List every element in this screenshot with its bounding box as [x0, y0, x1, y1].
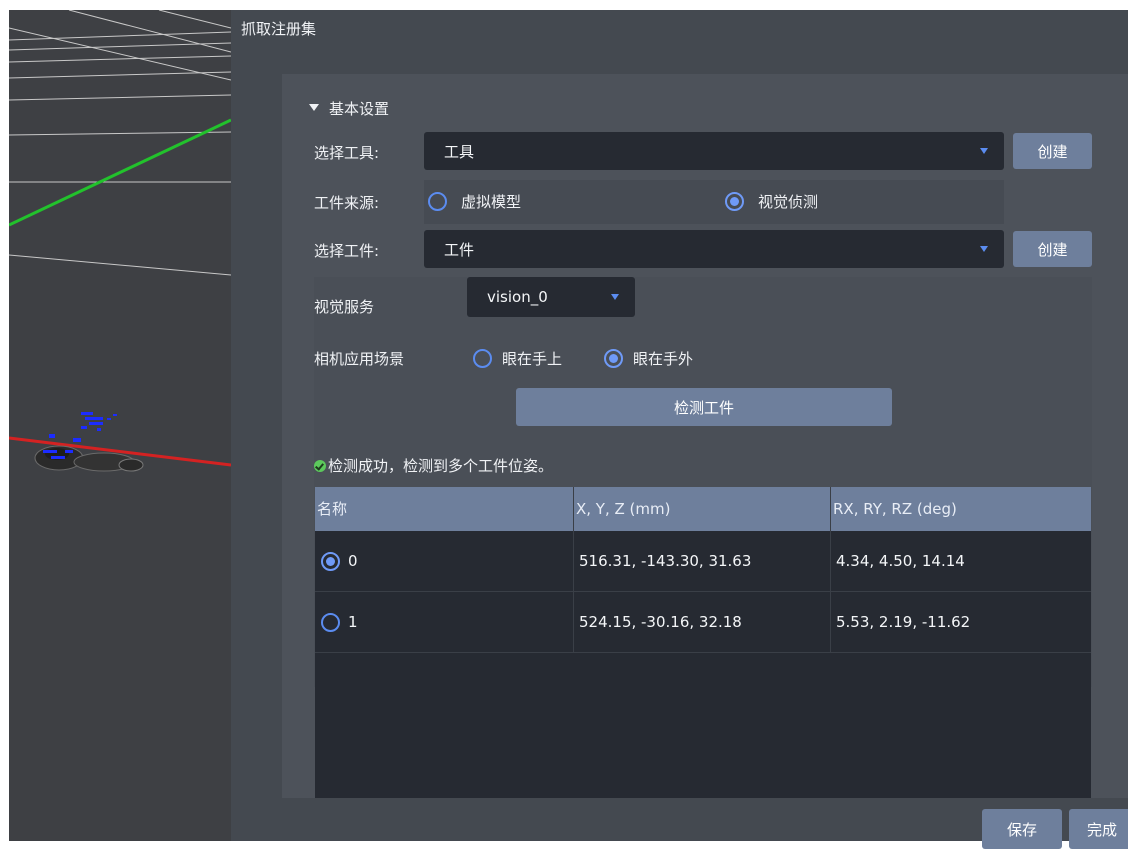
- source-label: 工件来源:: [314, 194, 380, 212]
- radio-eye-in-hand-label: 眼在手上: [502, 350, 563, 368]
- scene-canvas: [9, 10, 231, 472]
- camera-scene-label: 相机应用场景: [314, 350, 405, 368]
- vision-service-select[interactable]: vision_0: [467, 277, 635, 317]
- check-circle-icon: [314, 459, 326, 472]
- create-tool-button[interactable]: 创建: [1013, 133, 1092, 169]
- workpiece-label: 选择工件:: [314, 242, 380, 260]
- radio-vision-detect-label: 视觉侦测: [758, 193, 819, 211]
- chevron-down-icon: [980, 246, 988, 252]
- radio-eye-to-hand-circle[interactable]: [604, 349, 623, 368]
- radio-eye-to-hand-label: 眼在手外: [633, 350, 694, 368]
- status-message: 检测成功，检测到多个工件位姿。: [328, 457, 554, 475]
- vision-service-label: 视觉服务: [314, 298, 375, 316]
- workpiece-select[interactable]: 工件: [424, 230, 1004, 268]
- panel-title: 抓取注册集: [241, 20, 317, 38]
- row-name: 1: [348, 613, 358, 631]
- row-rxyz: 5.53, 2.19, -11.62: [836, 613, 971, 631]
- table-row[interactable]: 1 524.15, -30.16, 32.18 5.53, 2.19, -11.…: [315, 592, 1091, 653]
- column-header-xyz[interactable]: X, Y, Z (mm): [576, 487, 670, 531]
- tool-select-value: 工具: [444, 142, 475, 161]
- detect-workpiece-button[interactable]: 检测工件: [516, 388, 892, 426]
- section-title[interactable]: 基本设置: [329, 98, 389, 119]
- radio-virtual-model[interactable]: 虚拟模型: [428, 191, 521, 212]
- grasp-registration-panel: 抓取注册集 基本设置 选择工具: 工具 创建 工件来源: 虚拟模型 视觉侦测 选…: [231, 10, 1128, 849]
- radio-eye-in-hand[interactable]: 眼在手上: [473, 348, 562, 369]
- create-workpiece-button[interactable]: 创建: [1013, 231, 1092, 267]
- 3d-viewport[interactable]: [9, 10, 231, 841]
- radio-vision-detect[interactable]: 视觉侦测: [725, 191, 818, 212]
- column-header-name[interactable]: 名称: [317, 487, 347, 531]
- radio-virtual-model-label: 虚拟模型: [461, 193, 522, 211]
- radio-vision-detect-circle[interactable]: [725, 192, 744, 211]
- chevron-down-icon: [980, 148, 988, 154]
- row-xyz: 524.15, -30.16, 32.18: [579, 613, 742, 631]
- triangle-down-icon[interactable]: [309, 104, 319, 111]
- table-row[interactable]: 0 516.31, -143.30, 31.63 4.34, 4.50, 14.…: [315, 531, 1091, 592]
- row-xyz: 516.31, -143.30, 31.63: [579, 552, 752, 570]
- vision-service-value: vision_0: [487, 288, 548, 306]
- save-button[interactable]: 保存: [982, 809, 1062, 849]
- pose-table: 名称 X, Y, Z (mm) RX, RY, RZ (deg) 0 516.3…: [315, 487, 1091, 798]
- row-select-radio[interactable]: [321, 551, 340, 571]
- chevron-down-icon: [611, 294, 619, 300]
- column-header-rxyz[interactable]: RX, RY, RZ (deg): [833, 487, 957, 531]
- row-rxyz: 4.34, 4.50, 14.14: [836, 552, 965, 570]
- y-axis: [9, 118, 231, 227]
- detect-status: 检测成功，检测到多个工件位姿。: [314, 455, 553, 476]
- tool-select[interactable]: 工具: [424, 132, 1004, 170]
- tool-label: 选择工具:: [314, 144, 380, 162]
- table-header: 名称 X, Y, Z (mm) RX, RY, RZ (deg): [315, 487, 1091, 531]
- grid-lines: [9, 10, 231, 276]
- radio-eye-in-hand-circle[interactable]: [473, 349, 492, 368]
- radio-eye-to-hand[interactable]: 眼在手外: [604, 348, 693, 369]
- row-select-radio[interactable]: [321, 612, 340, 632]
- workpiece-select-value: 工件: [444, 240, 475, 259]
- radio-virtual-model-circle[interactable]: [428, 192, 447, 211]
- done-button[interactable]: 完成: [1069, 809, 1128, 849]
- row-name: 0: [348, 552, 358, 570]
